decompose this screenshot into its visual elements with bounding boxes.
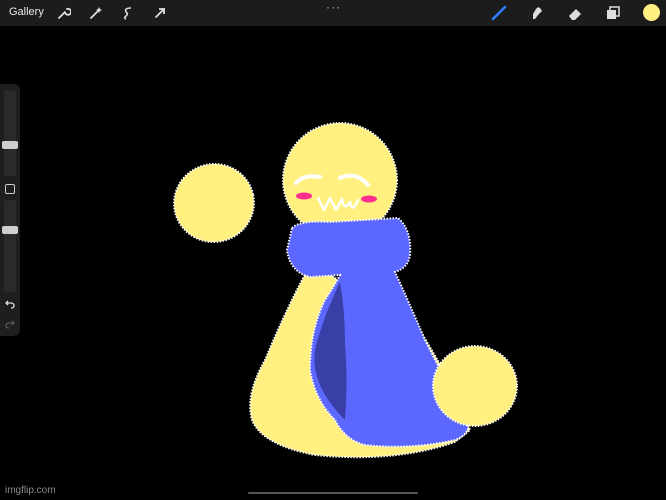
eraser-icon[interactable] [567, 5, 583, 21]
gallery-button[interactable]: Gallery [9, 6, 44, 18]
transform-arrow-icon[interactable] [152, 5, 168, 21]
magic-wand-icon[interactable] [88, 5, 104, 21]
layers-icon[interactable] [605, 5, 621, 21]
wrench-icon[interactable] [56, 5, 72, 21]
brush-icon[interactable] [491, 5, 507, 21]
watermark: imgflip.com [5, 485, 56, 496]
smudge-icon[interactable] [529, 5, 545, 21]
selection-icon[interactable] [120, 5, 136, 21]
drawing-canvas[interactable] [0, 26, 666, 500]
more-menu-button[interactable]: ··· [326, 0, 341, 14]
toolbar: Gallery ··· [0, 0, 666, 26]
color-swatch[interactable] [643, 4, 660, 21]
home-indicator [248, 492, 418, 494]
